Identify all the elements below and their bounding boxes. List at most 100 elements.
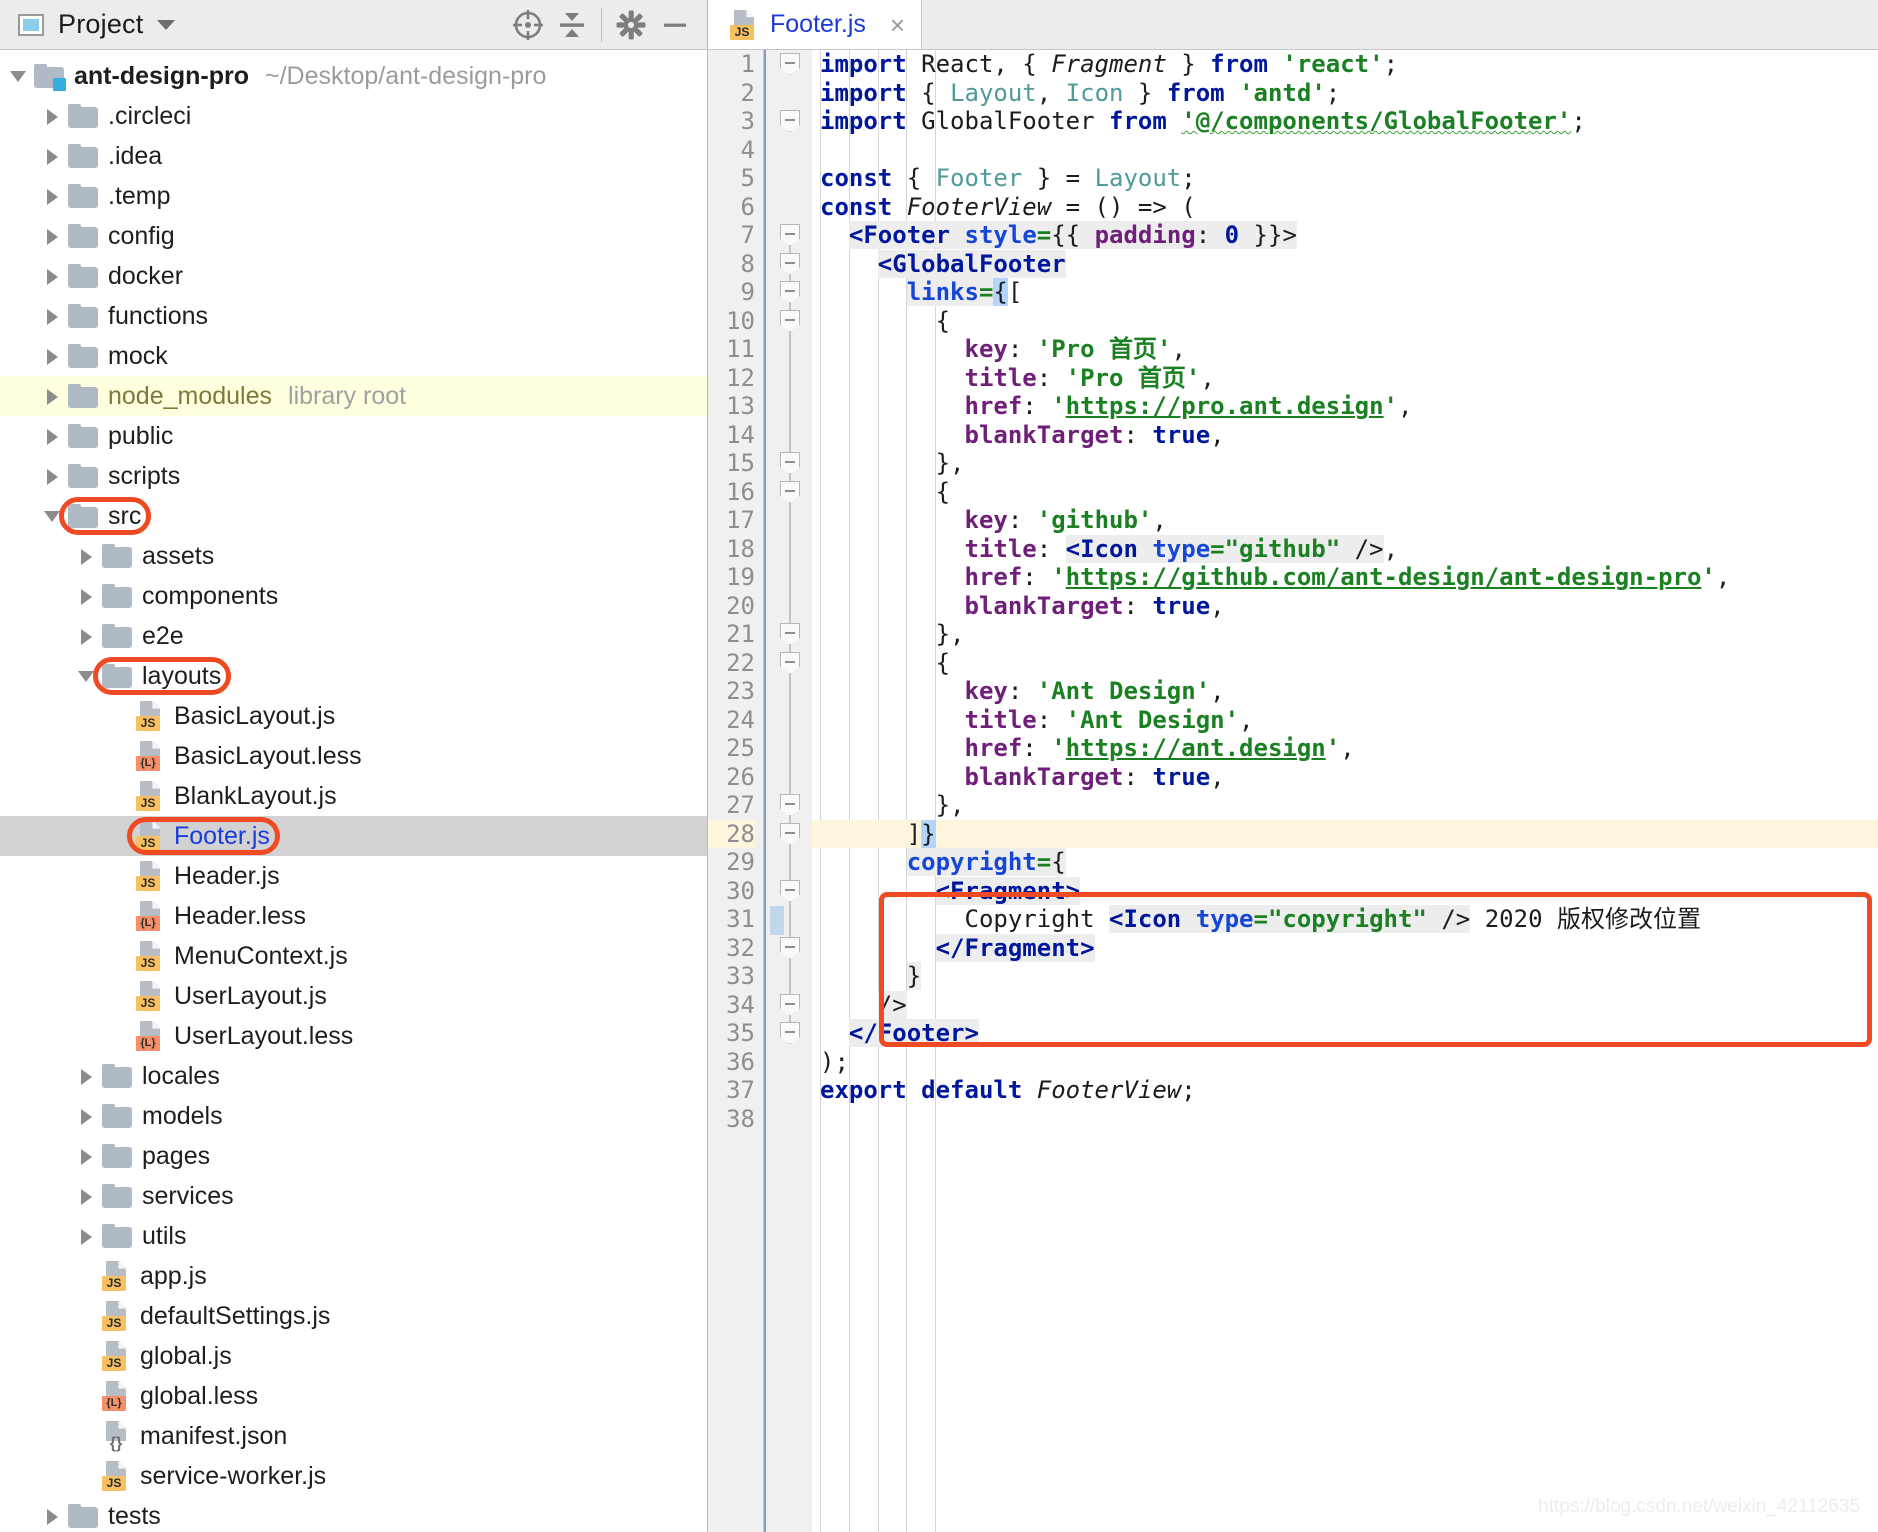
tree-row--circleci[interactable]: .circleci [0,96,707,136]
tree-row-service-worker-js[interactable]: JS service-worker.js [0,1456,707,1496]
code-line[interactable]: blankTarget: true, [812,421,1878,450]
project-file-tree[interactable]: ant-design-pro ~/Desktop/ant-design-pro .c… [0,50,707,1532]
tree-row-locales[interactable]: locales [0,1056,707,1096]
tree-row-userlayout-less[interactable]: {L} UserLayout.less [0,1016,707,1056]
tree-row-components[interactable]: components [0,576,707,616]
fold-toggle-icon[interactable] [780,480,800,503]
tree-arrow-expanded[interactable] [8,65,30,87]
collapse-all-icon[interactable] [550,3,594,47]
code-content[interactable]: import React, { Fragment } from 'react';… [812,50,1878,1532]
tree-arrow-collapsed[interactable] [76,625,98,647]
code-line[interactable] [812,136,1878,165]
tree-row-node-modules[interactable]: node_modules library root [0,376,707,416]
code-line[interactable]: <Footer style={{ padding: 0 }}> [812,221,1878,250]
tree-arrow-collapsed[interactable] [76,545,98,567]
tree-arrow-collapsed[interactable] [42,145,64,167]
gear-icon[interactable] [609,3,653,47]
code-line[interactable]: import GlobalFooter from '@/components/G… [812,107,1878,136]
code-line[interactable]: <GlobalFooter [812,249,1878,279]
code-line[interactable]: title: 'Pro 首页', [812,364,1878,393]
fold-toggle-icon[interactable] [780,794,800,816]
tree-row-models[interactable]: models [0,1096,707,1136]
tree-row-public[interactable]: public [0,416,707,456]
tree-row--temp[interactable]: .temp [0,176,707,216]
tree-row-project-root[interactable]: ant-design-pro ~/Desktop/ant-design-pro [0,56,707,96]
tree-arrow-collapsed[interactable] [42,265,64,287]
code-folding-gutter[interactable] [764,50,837,1532]
fold-toggle-icon[interactable] [780,623,800,645]
code-line[interactable]: ]} [812,819,1878,848]
code-line[interactable]: key: 'Ant Design', [812,677,1878,706]
code-line[interactable]: title: 'Ant Design', [812,706,1878,735]
tree-row-manifest-json[interactable]: {} manifest.json [0,1416,707,1456]
tree-row-header-js[interactable]: JS Header.js [0,856,707,896]
tree-arrow-collapsed[interactable] [42,225,64,247]
locate-icon[interactable] [506,3,550,47]
tree-row-docker[interactable]: docker [0,256,707,296]
tree-row-tests[interactable]: tests [0,1496,707,1532]
tree-row-src[interactable]: src [0,496,707,536]
code-line[interactable]: key: 'Pro 首页', [812,335,1878,364]
fold-toggle-icon[interactable] [780,224,800,246]
tree-row-blanklayout-js[interactable]: JS BlankLayout.js [0,776,707,816]
code-line[interactable]: }, [812,791,1878,820]
tree-row-defaultsettings-js[interactable]: JS defaultSettings.js [0,1296,707,1336]
fold-toggle-icon[interactable] [780,822,800,845]
code-line[interactable]: } [812,962,1878,991]
code-line[interactable]: key: 'github', [812,506,1878,535]
tree-row-layouts[interactable]: layouts [0,656,707,696]
tree-row-scripts[interactable]: scripts [0,456,707,496]
code-line[interactable]: const { Footer } = Layout; [812,164,1878,193]
fold-toggle-icon[interactable] [780,651,800,674]
tree-row-userlayout-js[interactable]: JS UserLayout.js [0,976,707,1016]
code-line[interactable]: }, [812,620,1878,649]
fold-toggle-icon[interactable] [780,1022,800,1044]
tree-arrow-collapsed[interactable] [42,425,64,447]
tree-arrow-collapsed[interactable] [42,305,64,327]
fold-toggle-icon[interactable] [780,452,800,474]
fold-toggle-icon[interactable] [780,252,800,275]
code-line[interactable]: blankTarget: true, [812,592,1878,621]
code-line[interactable]: import React, { Fragment } from 'react'; [812,50,1878,79]
tree-arrow-collapsed[interactable] [76,585,98,607]
code-line[interactable]: { [812,649,1878,678]
code-line[interactable]: href: 'https://pro.ant.design', [812,392,1878,421]
code-editor[interactable]: 1 2 3 4 5 6 7 8 9 10 11 12 13 14 15 16 17 18 19 20 21 22 23 24 2… [708,50,1878,1532]
tree-arrow-expanded[interactable] [42,505,64,527]
code-line[interactable]: href: 'https://github.com/ant-design/ant… [812,563,1878,592]
tree-arrow-collapsed[interactable] [42,345,64,367]
tree-arrow-collapsed[interactable] [76,1225,98,1247]
tree-arrow-collapsed[interactable] [76,1185,98,1207]
code-line[interactable]: </Fragment> [812,933,1878,963]
code-line[interactable]: /> [812,990,1878,1020]
tree-row-basiclayout-less[interactable]: {L} BasicLayout.less [0,736,707,776]
tree-arrow-collapsed[interactable] [42,465,64,487]
code-line[interactable]: links={[ [812,278,1878,307]
code-line[interactable]: { [812,478,1878,507]
fold-toggle-icon[interactable] [780,53,800,75]
tree-row-mock[interactable]: mock [0,336,707,376]
fold-toggle-icon[interactable] [780,110,800,132]
tree-arrow-collapsed[interactable] [42,185,64,207]
tree-row-global-less[interactable]: {L} global.less [0,1376,707,1416]
tree-row-e2e[interactable]: e2e [0,616,707,656]
tree-row-config[interactable]: config [0,216,707,256]
tree-row-pages[interactable]: pages [0,1136,707,1176]
code-line[interactable]: { [812,307,1878,336]
tab-footer-js[interactable]: JS Footer.js × [708,0,923,49]
code-line[interactable]: title: <Icon type="github" />, [812,534,1878,564]
vcs-change-marker[interactable] [770,906,784,935]
code-line[interactable]: <Fragment> [812,876,1878,906]
tree-arrow-collapsed[interactable] [76,1105,98,1127]
code-line[interactable]: export default FooterView; [812,1076,1878,1105]
tree-arrow-collapsed[interactable] [76,1065,98,1087]
fold-toggle-icon[interactable] [780,879,800,902]
tree-row-menucontext-js[interactable]: JS MenuContext.js [0,936,707,976]
tree-row-footer-js[interactable]: JS Footer.js [0,816,707,856]
fold-toggle-icon[interactable] [780,309,800,332]
tree-row--idea[interactable]: .idea [0,136,707,176]
code-line[interactable]: copyright={ [812,848,1878,877]
tree-row-global-js[interactable]: JS global.js [0,1336,707,1376]
tree-row-utils[interactable]: utils [0,1216,707,1256]
code-line[interactable]: href: 'https://ant.design', [812,734,1878,763]
